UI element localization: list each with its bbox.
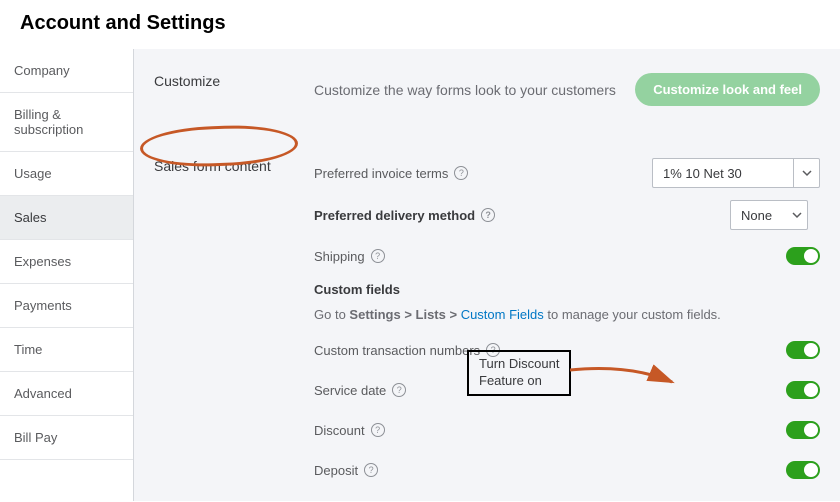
preferred-delivery-method-select[interactable]: None [730, 200, 808, 230]
shipping-row: Shipping ? [314, 242, 820, 270]
preferred-invoice-terms-value: 1% 10 Net 30 [653, 166, 793, 181]
service-date-label-text: Service date [314, 383, 386, 398]
service-date-label: Service date ? [314, 383, 544, 398]
sidebar: Company Billing & subscription Usage Sal… [0, 49, 134, 501]
preferred-invoice-terms-label-text: Preferred invoice terms [314, 166, 448, 181]
customize-section: Customize Customize the way forms look t… [154, 49, 820, 134]
preferred-invoice-terms-row: Preferred invoice terms ? 1% 10 Net 30 [314, 158, 820, 188]
chevron-down-icon [793, 159, 819, 187]
service-date-toggle[interactable] [786, 381, 820, 399]
shipping-label-text: Shipping [314, 249, 365, 264]
discount-row: Discount ? [314, 416, 820, 444]
help-icon[interactable]: ? [392, 383, 406, 397]
main-panel: Customize Customize the way forms look t… [134, 49, 840, 501]
sidebar-item-payments[interactable]: Payments [0, 284, 133, 328]
sidebar-item-time[interactable]: Time [0, 328, 133, 372]
preferred-delivery-method-label-text: Preferred delivery method [314, 208, 475, 223]
custom-transaction-numbers-row: Custom transaction numbers ? [314, 336, 820, 364]
cf-text-c: to manage your custom fields. [544, 307, 721, 322]
help-icon[interactable]: ? [486, 343, 500, 357]
sidebar-item-expenses[interactable]: Expenses [0, 240, 133, 284]
customize-look-button[interactable]: Customize look and feel [635, 73, 820, 106]
cf-text-b: Settings > Lists > [349, 307, 460, 322]
sidebar-item-company[interactable]: Company [0, 49, 133, 93]
sidebar-item-sales[interactable]: Sales [0, 196, 133, 240]
help-icon[interactable]: ? [481, 208, 495, 222]
ctn-label-text: Custom transaction numbers [314, 343, 480, 358]
custom-fields-heading: Custom fields [314, 282, 820, 297]
sales-form-section-label: Sales form content [154, 134, 314, 501]
deposit-toggle[interactable] [786, 461, 820, 479]
cf-text-a: Go to [314, 307, 349, 322]
service-date-row: Service date ? [314, 376, 820, 404]
preferred-invoice-terms-label: Preferred invoice terms ? [314, 166, 544, 181]
shipping-label: Shipping ? [314, 249, 544, 264]
help-icon[interactable]: ? [364, 463, 378, 477]
customize-desc: Customize the way forms look to your cus… [314, 82, 616, 98]
sidebar-item-usage[interactable]: Usage [0, 152, 133, 196]
custom-transaction-numbers-toggle[interactable] [786, 341, 820, 359]
main-container: Company Billing & subscription Usage Sal… [0, 49, 840, 501]
custom-fields-text: Go to Settings > Lists > Custom Fields t… [314, 307, 820, 322]
preferred-delivery-method-value: None [731, 208, 787, 223]
sidebar-item-billing[interactable]: Billing & subscription [0, 93, 133, 152]
custom-transaction-numbers-label: Custom transaction numbers ? [314, 343, 544, 358]
deposit-label: Deposit ? [314, 463, 544, 478]
deposit-label-text: Deposit [314, 463, 358, 478]
deposit-row: Deposit ? [314, 456, 820, 484]
sidebar-item-billpay[interactable]: Bill Pay [0, 416, 133, 460]
preferred-invoice-terms-select[interactable]: 1% 10 Net 30 [652, 158, 820, 188]
discount-label-text: Discount [314, 423, 365, 438]
sidebar-item-advanced[interactable]: Advanced [0, 372, 133, 416]
customize-section-label: Customize [154, 49, 314, 134]
preferred-delivery-method-row: Preferred delivery method ? None [314, 200, 820, 230]
shipping-toggle[interactable] [786, 247, 820, 265]
sales-form-section: Sales form content Preferred invoice ter… [154, 134, 820, 501]
sales-form-section-label-text: Sales form content [154, 158, 271, 174]
help-icon[interactable]: ? [454, 166, 468, 180]
tips-row: Tips (Gratuity) ? [314, 496, 820, 501]
help-icon[interactable]: ? [371, 249, 385, 263]
discount-label: Discount ? [314, 423, 544, 438]
help-icon[interactable]: ? [371, 423, 385, 437]
chevron-down-icon [787, 201, 807, 229]
page-title: Account and Settings [0, 0, 840, 49]
custom-fields-link[interactable]: Custom Fields [461, 307, 544, 322]
discount-toggle[interactable] [786, 421, 820, 439]
preferred-delivery-method-label: Preferred delivery method ? [314, 208, 544, 223]
